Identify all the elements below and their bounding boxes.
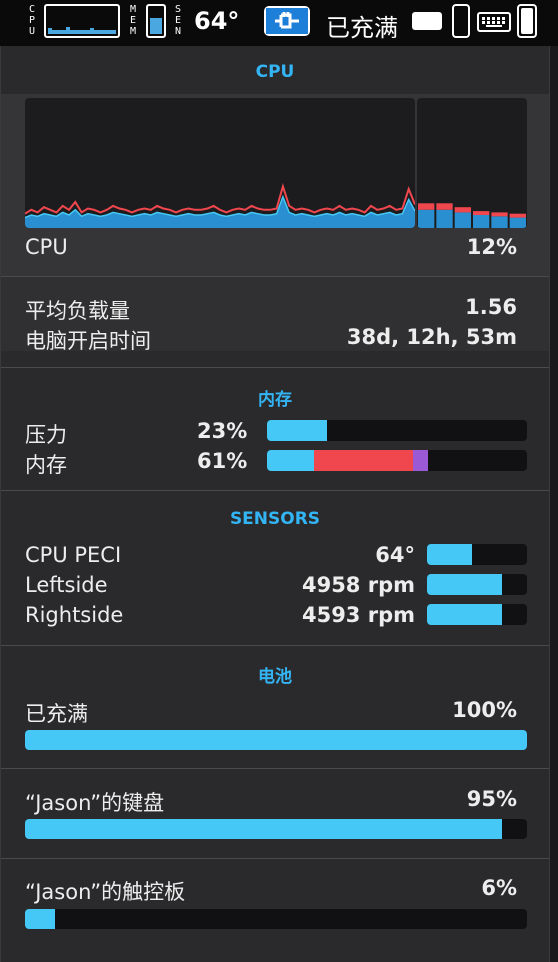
sensor-bar-fill — [427, 544, 472, 565]
divider — [1, 768, 549, 769]
keyboard-icon[interactable] — [477, 12, 511, 32]
menubar-label-char: C — [28, 4, 36, 15]
cpu-label: CPU — [25, 235, 68, 259]
core-system-bar — [509, 213, 526, 218]
sensor-value-rightside: 4593 rpm — [301, 603, 415, 627]
menubar-label-char: M — [129, 4, 137, 15]
core-user-bar — [509, 217, 526, 228]
menubar-label-char: N — [174, 26, 182, 37]
cpu-user-area — [25, 196, 415, 228]
memory-bar — [267, 450, 527, 471]
trackpad-battery-value: 6% — [481, 876, 517, 900]
sensor-bar-fill — [427, 604, 502, 625]
trackpad-battery-bar-fill — [25, 909, 56, 929]
load-average-value: 1.56 — [465, 295, 517, 319]
core-user-bar — [454, 212, 471, 228]
memory-value: 61% — [197, 449, 248, 473]
core-user-bar — [473, 215, 490, 228]
stats-panel: CPU CPU 12% 平均负载量 1.56 电脑开启时间 38d, 12h, … — [0, 46, 550, 962]
cpu-section-title: CPU — [255, 62, 295, 82]
trackpad-battery-icon[interactable] — [517, 4, 537, 38]
sensor-bar-rightside — [427, 604, 527, 625]
battery-status-text[interactable]: 已充满 — [326, 8, 398, 43]
memory-label: 内存 — [25, 453, 67, 477]
divider — [1, 367, 549, 368]
keyboard-battery-bar — [25, 819, 527, 839]
divider — [1, 490, 549, 491]
memory-gauge-icon[interactable] — [146, 4, 166, 38]
sensor-value-leftside: 4958 rpm — [301, 573, 415, 597]
pressure-bar-fill — [267, 420, 327, 441]
power-plug-icon[interactable] — [264, 6, 310, 36]
cpu-graph-icon[interactable] — [44, 4, 120, 38]
menu-bar: CPU MEM SEN 64° 已充满 — [0, 0, 558, 46]
battery-bar-fill — [25, 730, 527, 750]
device-battery-icon[interactable] — [452, 4, 470, 38]
sensor-label-leftside: Leftside — [25, 573, 108, 597]
memory-section-title: 内存 — [258, 390, 292, 410]
keyboard-battery-label: “Jason”的键盘 — [25, 791, 165, 815]
divider — [1, 858, 549, 859]
keyboard-battery-value: 95% — [466, 787, 517, 811]
core-user-bar — [436, 209, 453, 228]
core-user-bar — [418, 209, 435, 228]
memory-segment-app — [267, 450, 314, 471]
mem-menubar-label: MEM — [127, 4, 139, 37]
core-system-bar — [436, 203, 453, 210]
cpu-value: 12% — [466, 235, 517, 259]
pressure-label: 压力 — [25, 423, 67, 447]
sen-menubar-label: SEN — [172, 4, 184, 37]
battery-status-value: 100% — [452, 698, 517, 722]
cpu-system-line — [25, 182, 415, 215]
cpu-user-line — [25, 194, 415, 219]
trackpad-battery-bar — [25, 909, 527, 929]
memory-segment-wired — [313, 450, 413, 471]
core-system-bar — [473, 211, 490, 215]
menubar-label-char: S — [174, 4, 182, 15]
menubar-label-char: E — [129, 15, 137, 26]
uptime-label: 电脑开启时间 — [25, 329, 151, 353]
cpu-menubar-label: CPU — [26, 4, 38, 37]
battery-bar — [25, 730, 527, 750]
battery-icon[interactable] — [412, 12, 442, 30]
sensor-label-rightside: Rightside — [25, 603, 124, 627]
cpu-cores-graph — [417, 98, 527, 228]
battery-status-label: 已充满 — [25, 702, 88, 726]
sensor-bar-fill — [427, 574, 502, 595]
sensor-value-cpu-peci: 64° — [375, 543, 415, 567]
menubar-label-char: E — [174, 15, 182, 26]
divider — [1, 645, 549, 646]
sensors-section-title: SENSORS — [229, 509, 321, 529]
pressure-value: 23% — [197, 419, 248, 443]
pressure-bar — [267, 420, 527, 441]
sensor-bar-cpu-peci — [427, 544, 527, 565]
menubar-label-char: P — [28, 15, 36, 26]
core-system-bar — [454, 207, 471, 213]
temperature-readout[interactable]: 64° — [194, 7, 239, 35]
trackpad-battery-label: “Jason”的触控板 — [25, 880, 186, 904]
cpu-history-graph — [25, 98, 415, 228]
sensor-bar-leftside — [427, 574, 527, 595]
keyboard-battery-bar-fill — [25, 819, 502, 839]
core-user-bar — [491, 216, 508, 228]
menubar-label-char: U — [28, 26, 36, 37]
core-system-bar — [491, 212, 508, 217]
core-system-bar — [418, 203, 435, 210]
battery-section-title: 电池 — [258, 667, 292, 687]
uptime-value: 38d, 12h, 53m — [346, 325, 517, 349]
memory-segment-compressed — [412, 450, 429, 471]
sensor-label-cpu-peci: CPU PECI — [25, 543, 122, 567]
load-average-label: 平均负载量 — [25, 299, 130, 323]
menubar-label-char: M — [129, 26, 137, 37]
